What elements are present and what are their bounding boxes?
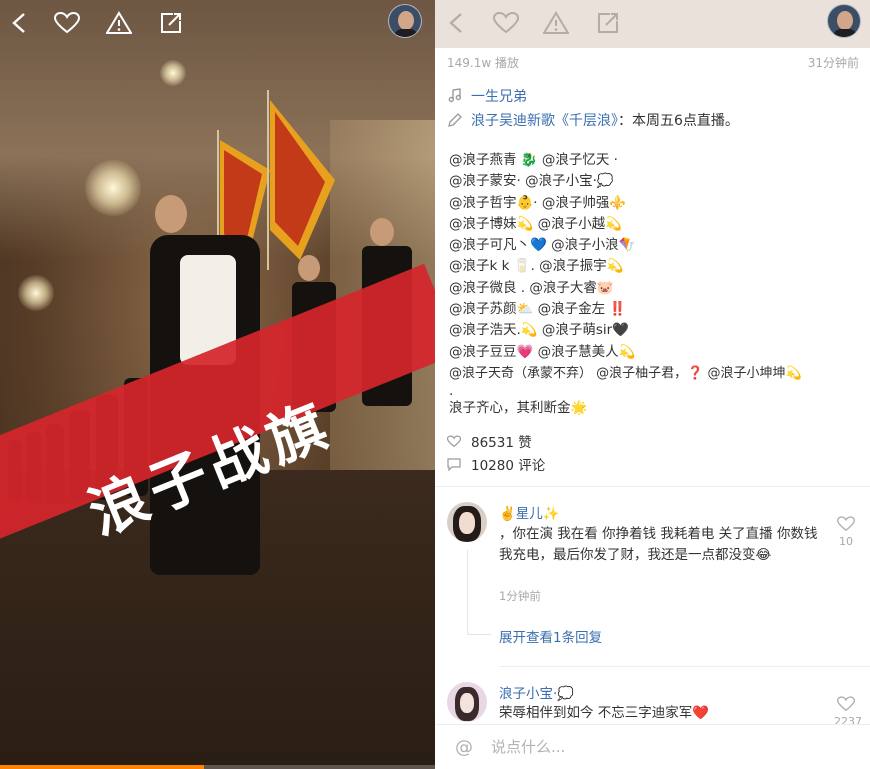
commenter-name[interactable]: ✌️星儿✨ — [499, 502, 560, 522]
person-head — [155, 195, 187, 233]
mention-line[interactable]: @浪子蒙安· @浪子小宝·💭 — [449, 171, 865, 192]
mention-line: . — [449, 384, 454, 399]
video-meta: 149.1w 播放 31分钟前 — [447, 54, 859, 71]
expand-replies-link[interactable]: 展开查看1条回复 — [499, 626, 602, 646]
comment-item: ✌️星儿✨ ，你在演 我在看 你挣着钱 我耗着电 关了直播 你数钱 我充电，最后… — [435, 486, 870, 666]
likes-count: 86531 赞 — [471, 435, 532, 451]
caption-closing: 浪子齐心，其利断金🌟 — [449, 400, 588, 417]
mention-line[interactable]: @浪子燕青 🐉 @浪子忆天 · — [449, 150, 865, 171]
commenter-avatar[interactable] — [447, 682, 487, 722]
mention-line[interactable]: @浪子浩天.💫 @浪子萌sir🖤 — [449, 320, 865, 341]
promo-text: ：本周五6点直播。 — [618, 113, 739, 129]
mention-line[interactable]: @浪子天奇（承蒙不弃） @浪子柚子君，❓ @浪子小坤坤💫 — [449, 363, 865, 384]
comments-count: 10280 评论 — [471, 458, 546, 474]
share-edit-icon[interactable] — [593, 8, 623, 38]
person-head — [370, 218, 394, 246]
warning-icon[interactable] — [104, 8, 134, 38]
edit-pencil-icon — [448, 113, 462, 127]
comment-like-count: 10 — [839, 535, 853, 548]
share-edit-icon[interactable] — [156, 8, 186, 38]
user-avatar[interactable] — [827, 4, 861, 38]
promo-link[interactable]: 浪子吴迪新歌《千层浪》 — [471, 113, 618, 129]
commenter-name[interactable]: 浪子小宝·💭 — [499, 682, 574, 702]
comment-input-bar: @ — [435, 724, 870, 769]
comment-bubble-icon — [447, 457, 461, 471]
video-top-bar — [0, 0, 435, 48]
mention-line[interactable]: @浪子豆豆💗 @浪子慧美人💫 — [449, 342, 865, 363]
flag-right — [267, 90, 335, 270]
comment-item: 浪子小宝·💭 荣辱相伴到如今 不忘三字迪家军❤️ 2237 — [435, 666, 870, 728]
comment-text: 荣辱相伴到如今 不忘三字迪家军❤️ — [499, 705, 710, 721]
thread-elbow — [467, 634, 491, 635]
comments-row[interactable]: 10280 评论 — [447, 454, 545, 474]
comment-text: ，你在演 我在看 你挣着钱 我耗着电 关了直播 你数钱 我充电，最后你发了财，我… — [499, 526, 818, 563]
mention-line[interactable]: @浪子博妹💫 @浪子小越💫 — [449, 214, 865, 235]
thread-line — [467, 550, 468, 634]
likes-row[interactable]: 86531 赞 — [447, 431, 532, 451]
detail-panel: 149.1w 播放 31分钟前 一生兄弟 浪子吴迪新歌《千层浪》：本周五6点直播… — [435, 0, 870, 769]
heart-icon[interactable] — [491, 8, 521, 38]
heart-icon — [836, 516, 856, 532]
heart-icon[interactable] — [52, 8, 82, 38]
heart-icon — [447, 435, 461, 447]
video-progress-bar[interactable] — [0, 765, 435, 769]
mention-at-icon[interactable]: @ — [455, 737, 473, 758]
mention-line[interactable]: @浪子哲宇👶· @浪子帅强⚜️ — [449, 193, 865, 214]
commenter-avatar[interactable] — [447, 502, 487, 542]
person-head — [298, 255, 320, 281]
post-time: 31分钟前 — [807, 56, 859, 70]
mention-line[interactable]: @浪子苏颜⛅ @浪子金左 ‼️ — [449, 299, 865, 320]
comment-like[interactable]: 10 — [834, 516, 858, 548]
play-count: 149.1w 播放 — [447, 56, 519, 70]
ceiling-light — [18, 275, 54, 311]
detail-top-bar — [435, 0, 870, 48]
mention-line[interactable]: @浪子可凡丶💙 @浪子小浪🪁 — [449, 235, 865, 256]
mention-list: @浪子燕青 🐉 @浪子忆天 · @浪子蒙安· @浪子小宝·💭 @浪子哲宇👶· @… — [449, 150, 865, 420]
promo-row: 浪子吴迪新歌《千层浪》：本周五6点直播。 — [447, 110, 739, 130]
music-note-icon — [448, 88, 462, 103]
mention-line[interactable]: @浪子微良 . @浪子大睿🐷 — [449, 278, 865, 299]
comment-input[interactable] — [491, 738, 831, 756]
screen: 浪子战旗 149.1w 播放 31分钟前 一生兄弟 浪子吴迪新歌《千层浪》：本周… — [0, 0, 870, 769]
music-row[interactable]: 一生兄弟 — [447, 86, 527, 106]
mention-line[interactable]: @浪子k k 🥛. @浪子振宇💫 — [449, 256, 865, 277]
back-icon[interactable] — [4, 8, 34, 38]
ceiling-light — [85, 160, 141, 216]
ceiling-light — [160, 60, 186, 86]
music-title[interactable]: 一生兄弟 — [471, 86, 527, 106]
back-icon[interactable] — [441, 8, 471, 38]
warning-icon[interactable] — [541, 8, 571, 38]
video-progress-fill — [0, 765, 205, 769]
comment-time: 1分钟前 — [499, 589, 541, 603]
heart-icon — [836, 696, 856, 712]
user-avatar[interactable] — [388, 4, 422, 38]
video-player[interactable]: 浪子战旗 — [0, 0, 435, 769]
